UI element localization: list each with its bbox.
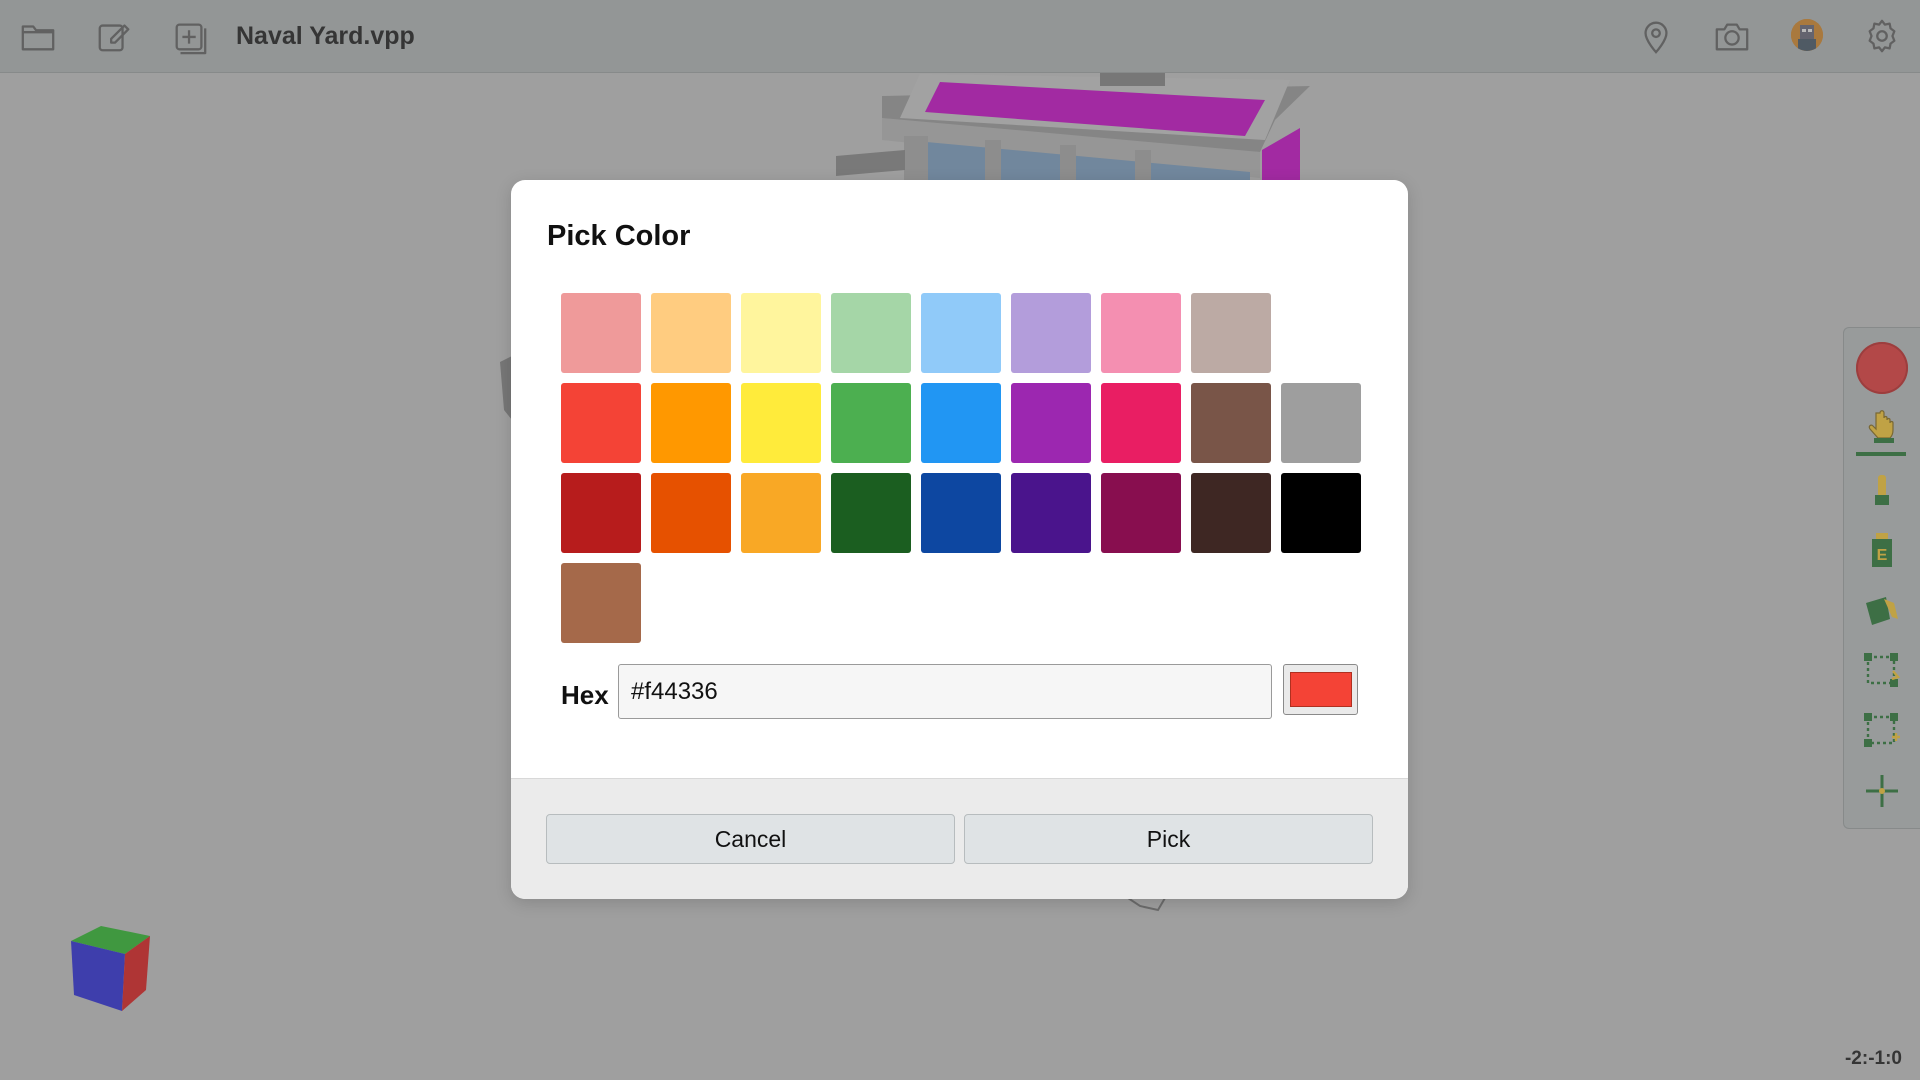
dialog-title: Pick Color: [547, 220, 691, 252]
color-swatch[interactable]: [831, 293, 911, 373]
color-swatch[interactable]: [1011, 383, 1091, 463]
color-swatch[interactable]: [651, 293, 731, 373]
color-swatch[interactable]: [1101, 383, 1181, 463]
color-swatch[interactable]: [561, 293, 641, 373]
color-swatch[interactable]: [741, 293, 821, 373]
color-swatch[interactable]: [831, 473, 911, 553]
color-swatch[interactable]: [921, 383, 1001, 463]
color-swatch[interactable]: [651, 383, 731, 463]
color-swatch[interactable]: [561, 383, 641, 463]
pick-button[interactable]: Pick: [964, 814, 1373, 864]
pick-color-dialog: Pick Color Hex Cancel Pick: [511, 180, 1408, 899]
color-swatch[interactable]: [921, 293, 1001, 373]
color-preview-swatch: [1289, 672, 1352, 707]
color-swatch[interactable]: [1101, 473, 1181, 553]
color-swatch[interactable]: [1191, 473, 1271, 553]
color-swatch[interactable]: [921, 473, 1001, 553]
color-swatch[interactable]: [1281, 473, 1361, 553]
color-swatch[interactable]: [1011, 293, 1091, 373]
color-swatch[interactable]: [651, 473, 731, 553]
color-swatch[interactable]: [1011, 473, 1091, 553]
color-swatch[interactable]: [561, 563, 641, 643]
color-preview-button[interactable]: [1283, 664, 1358, 715]
color-swatch[interactable]: [831, 383, 911, 463]
hex-input[interactable]: [618, 664, 1272, 719]
cancel-button[interactable]: Cancel: [546, 814, 955, 864]
color-swatch[interactable]: [741, 383, 821, 463]
color-swatch[interactable]: [1101, 293, 1181, 373]
color-swatch[interactable]: [1281, 383, 1361, 463]
color-swatch[interactable]: [741, 473, 821, 553]
color-swatch[interactable]: [1191, 293, 1271, 373]
dialog-footer: Cancel Pick: [511, 778, 1408, 899]
color-swatch[interactable]: [561, 473, 641, 553]
hex-label: Hex: [561, 680, 609, 710]
color-swatch[interactable]: [1191, 383, 1271, 463]
